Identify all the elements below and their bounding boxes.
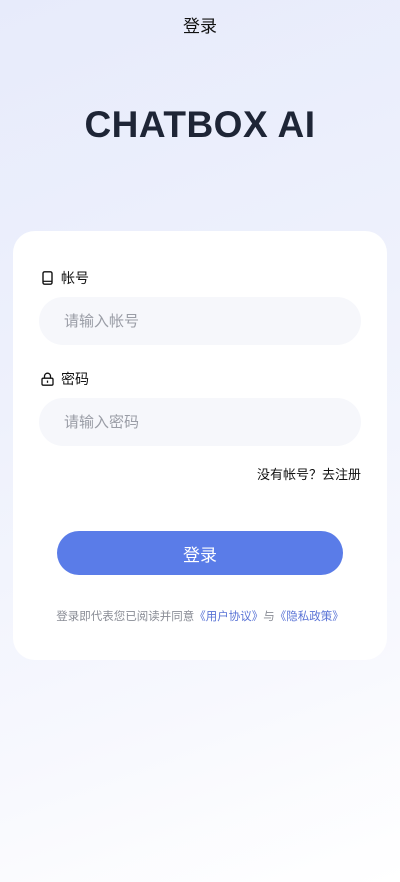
page-title: 登录	[183, 17, 217, 37]
password-label: 密码	[41, 369, 89, 389]
login-button[interactable]: 登录	[57, 531, 343, 575]
agreement-text: 登录即代表您已阅读并同意《用户协议》与《隐私政策》	[13, 608, 387, 624]
privacy-policy-link[interactable]: 《隐私政策》	[275, 609, 344, 623]
account-label: 帐号	[41, 268, 89, 288]
lock-icon	[41, 372, 54, 386]
phone-icon	[41, 271, 54, 285]
user-agreement-link[interactable]: 《用户协议》	[194, 609, 263, 623]
account-label-text: 帐号	[61, 271, 89, 287]
register-link[interactable]: 去注册	[322, 468, 361, 483]
brand-logo-text: CHATBOX AI	[84, 104, 316, 145]
login-card: 帐号 密码 没有帐号？去注册 登录 登录即代表您已阅读并同意《用户协议》与《隐私…	[13, 231, 387, 660]
register-row: 没有帐号？去注册	[257, 464, 361, 483]
agreement-conjunction: 与	[263, 609, 275, 623]
password-label-text: 密码	[61, 372, 89, 388]
agreement-prefix: 登录即代表您已阅读并同意	[56, 609, 195, 623]
register-prompt: 没有帐号？	[256, 468, 322, 483]
account-input[interactable]	[39, 297, 361, 345]
password-input[interactable]	[39, 398, 361, 446]
